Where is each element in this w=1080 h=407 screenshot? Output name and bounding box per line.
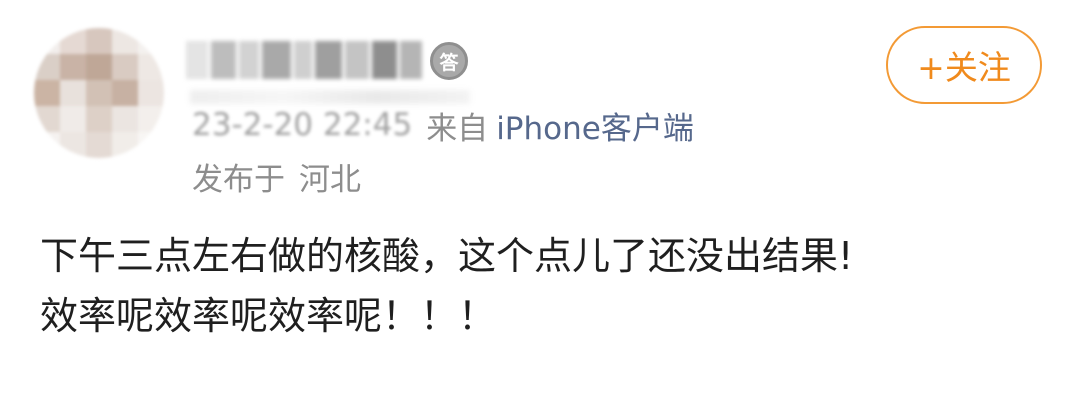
- source-label: 来自: [426, 110, 489, 147]
- username-blurred[interactable]: [186, 34, 422, 86]
- follow-button[interactable]: +关注: [886, 26, 1042, 104]
- answerer-badge-icon: 答: [430, 42, 468, 80]
- post-time: 23-2-20 22:45: [192, 107, 413, 143]
- post-text-line: 下午三点左右做的核酸，这个点儿了还没出结果!: [40, 234, 854, 278]
- follow-button-label: +关注: [917, 48, 1011, 87]
- post-meta: 23-2-20 22:45 来自 iPhone客户端: [192, 102, 694, 148]
- post-text-line: 效率呢效率呢效率呢！！！: [40, 294, 497, 338]
- user-avatar[interactable]: [34, 28, 164, 158]
- location-value: 河北: [299, 161, 361, 198]
- post-location: 发布于 河北: [192, 154, 361, 198]
- badge-text: 答: [439, 51, 459, 74]
- source-client-link[interactable]: iPhone客户端: [496, 103, 694, 148]
- weibo-post: 答 +关注 23-2-20 22:45 来自 iPhone客户端 发布于 河北 …: [0, 0, 1080, 407]
- location-label: 发布于: [192, 161, 285, 198]
- post-content: 下午三点左右做的核酸，这个点儿了还没出结果! 效率呢效率呢效率呢！！！: [40, 226, 1060, 346]
